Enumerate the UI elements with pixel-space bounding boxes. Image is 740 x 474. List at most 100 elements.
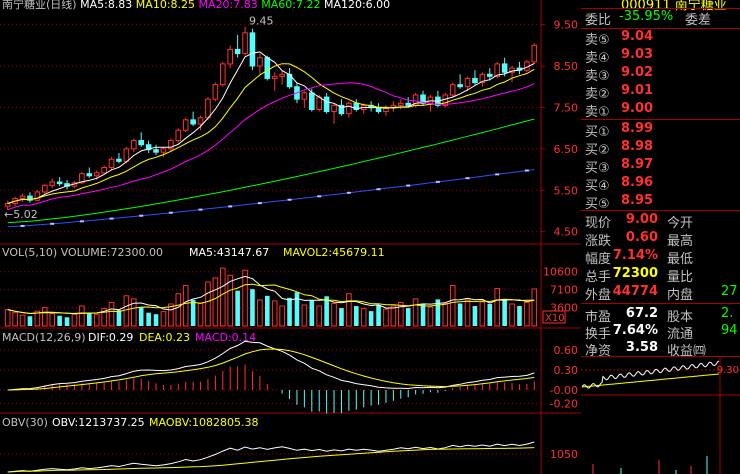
volume-bar [309, 299, 315, 326]
quote-value: 3.58 [625, 340, 658, 355]
ma120-line [7, 169, 535, 228]
buy-order-row[interactable]: 买② 8.98 [581, 138, 740, 158]
stock-title: 南宁糖业(日线) [2, 0, 77, 11]
quote-row: 外盘 44774 内盘 27 [581, 283, 740, 303]
buy-order-price: 8.96 [621, 175, 654, 190]
macd-tick-label: 0.60 [554, 344, 579, 357]
minute-price-line [581, 360, 720, 389]
volume-bar [12, 312, 18, 327]
sell-order-row[interactable]: 卖② 9.01 [581, 82, 740, 102]
candle [271, 75, 278, 79]
buy-order-price: 8.97 [621, 157, 654, 172]
ma120-marker [317, 195, 322, 198]
obv-title: OBV(30) [2, 416, 48, 429]
sell-order-price: 9.00 [621, 101, 654, 116]
buy-order-price: 8.95 [621, 193, 654, 208]
sell-order-row[interactable]: 卖④ 9.03 [581, 46, 740, 66]
volume-bar [264, 295, 270, 326]
quote-value: 0.60 [625, 230, 658, 245]
candle [264, 57, 271, 79]
macd-tick-label: -0.20 [550, 397, 578, 410]
volume-bar [294, 292, 300, 326]
volume-bar [383, 308, 389, 327]
candle [464, 77, 471, 88]
ma-label: MA60:7.22 [257, 0, 321, 11]
weibi-value: -35.95% [619, 9, 674, 24]
chart-header: 南宁糖业(日线) MA5:8.83 MA10:8.25 MA20:7.83 MA… [2, 0, 390, 12]
volume-bar [64, 317, 70, 326]
kline-chart-area[interactable]: 9.50 8.50 7.50 6.50 5.50 4.50 9.45 ←5.02 VOL(5,1… [0, 0, 581, 474]
sell-order-row[interactable]: 卖③ 9.02 [581, 64, 740, 84]
volume-bar [412, 298, 419, 327]
volume-bar [442, 302, 449, 327]
quote-value: 27 [721, 284, 738, 299]
candle [486, 73, 493, 77]
candle [331, 104, 337, 113]
candle [123, 148, 130, 162]
buy-order-row[interactable]: 买⑤ 8.95 [581, 192, 740, 212]
buy-order-row[interactable]: 买④ 8.96 [581, 174, 740, 194]
volume-bar [524, 301, 530, 327]
volume-bar [494, 288, 501, 327]
ma60-line [7, 118, 535, 224]
macd-dea-line [7, 348, 535, 391]
buy-order-price: 8.99 [621, 121, 654, 136]
high-marker: 9.45 [249, 15, 274, 28]
candle [108, 158, 115, 168]
candle [34, 191, 41, 201]
candle [182, 119, 189, 131]
volume-bar [205, 281, 211, 327]
candle [4, 203, 11, 207]
quote-row: 总手 72300 量比 [581, 265, 740, 285]
candle [219, 63, 226, 86]
volume-bar [190, 299, 196, 326]
ma5-line [7, 51, 535, 204]
volume-bar [242, 269, 248, 327]
candle [205, 98, 211, 119]
volume-bar [376, 305, 381, 326]
ma120-marker [198, 208, 203, 211]
ma120-marker [376, 188, 381, 191]
volume-bar [390, 305, 397, 327]
volume-bar [301, 304, 308, 327]
ma120-marker [346, 191, 351, 194]
volume-bar [257, 299, 263, 327]
candle [501, 63, 508, 73]
ma-labels: MA5:8.83 MA10:8.25 MA20:7.83 MA60:7.22 M… [80, 0, 390, 11]
volume-bar [250, 289, 255, 326]
quote-value: 67.2 [625, 306, 658, 321]
volume-bar [405, 308, 411, 326]
maobv-label: MAOBV:1082805.38 [149, 416, 259, 429]
volume-bar [316, 305, 323, 327]
volume-bar [449, 285, 456, 327]
price-tick-label: 6.50 [554, 143, 579, 156]
candle [242, 32, 248, 55]
buy-order-row[interactable]: 买① 8.99 [581, 120, 740, 140]
volume-bar [160, 311, 167, 327]
macd-title: MACD(12,26,9) [2, 331, 86, 344]
volume-tick-label: 10600 [543, 266, 578, 279]
volume-bar [502, 299, 507, 326]
candle [101, 167, 107, 174]
volume-bar [93, 313, 100, 327]
sell-order-row[interactable]: 卖① 9.00 [581, 100, 740, 120]
obv-label: OBV:1213737.25 [52, 416, 145, 429]
volume-bar [138, 307, 144, 326]
minute-chart[interactable]: 9.30 [581, 357, 740, 474]
volume-bar [339, 308, 344, 326]
ma120-marker [435, 180, 440, 183]
quote-value: 7.14% [612, 248, 658, 263]
sell-order-row[interactable]: 卖⑤ 9.04 [581, 28, 740, 48]
candle [138, 140, 145, 146]
sell-order-price: 9.01 [621, 83, 654, 98]
volume-bar [235, 290, 240, 326]
volume-bar [108, 301, 115, 327]
volume-bar [472, 306, 478, 326]
buy-order-row[interactable]: 买③ 8.97 [581, 156, 740, 176]
macd-dif-label: DIF:0.29 [88, 331, 133, 344]
ma120-marker [168, 211, 173, 214]
volume-bar [531, 288, 538, 327]
candle [346, 102, 352, 115]
volume-bar [71, 313, 78, 327]
candle [449, 84, 456, 96]
